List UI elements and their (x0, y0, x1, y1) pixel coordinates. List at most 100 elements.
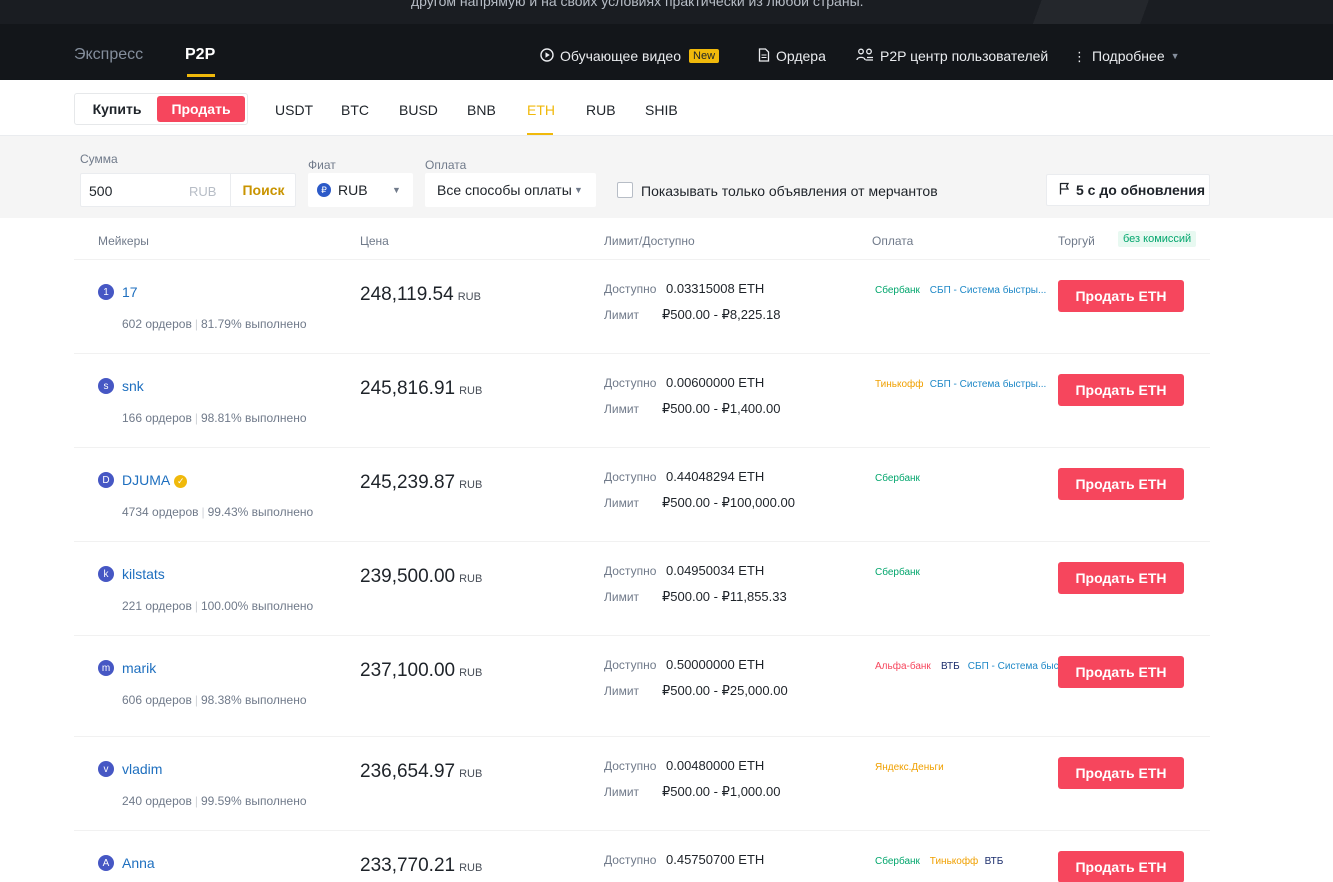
order-count: 4734 ордеров (122, 505, 199, 519)
maker-name-link[interactable]: marik (122, 660, 156, 676)
maker-name-link[interactable]: Anna (122, 855, 155, 871)
order-count: 221 ордеров (122, 599, 192, 613)
table-row: m marik 606 ордеров | 98.38% выполнено 237,10… (74, 636, 1210, 737)
avatar: 1 (98, 284, 114, 300)
ruble-icon: ₽ (317, 183, 331, 197)
price-currency: RUB (459, 667, 483, 679)
price-currency: RUB (459, 479, 483, 491)
amount-currency: RUB (189, 184, 217, 199)
avatar: D (98, 472, 114, 488)
asset-tab-rub[interactable]: RUB (586, 102, 616, 118)
tutorial-video-link[interactable]: Обучающее видео New (540, 48, 720, 64)
available-label: Доступно (604, 282, 657, 296)
sell-eth-button[interactable]: Продать ETH (1058, 562, 1184, 594)
stats-divider: | (194, 599, 198, 613)
promo-banner: другом напрямую и на своих условиях прак… (0, 0, 1333, 24)
amount-input[interactable]: 500 (89, 183, 112, 199)
price-value: 237,100.00 (360, 660, 456, 681)
offer-price: 239,500.00 RUB (360, 566, 482, 588)
available-amount: 0.04950034 ETH (666, 563, 765, 578)
amount-label: Сумма (80, 152, 118, 166)
header-makers: Мейкеры (98, 234, 149, 248)
payment-method-tag: ВТБ (938, 659, 963, 674)
payment-method-tag: Яндекс.Деньги (872, 760, 947, 775)
completion-rate: 100.00% выполнено (200, 599, 314, 613)
payment-select[interactable]: Все способы оплаты ▼ (425, 173, 596, 207)
completion-rate: 99.59% выполнено (200, 794, 307, 808)
fiat-value: RUB (338, 182, 368, 198)
offer-price: 233,770.21 RUB (360, 855, 482, 877)
user-center-link[interactable]: P2P центр пользователей (856, 48, 1048, 64)
tutorial-video-label: Обучающее видео (560, 48, 682, 64)
offer-price: 236,654.97 RUB (360, 761, 482, 783)
asset-tab-eth[interactable]: ETH (527, 102, 555, 118)
offer-price: 245,239.87 RUB (360, 472, 482, 494)
sell-eth-button[interactable]: Продать ETH (1058, 851, 1184, 882)
tab-express[interactable]: Экспресс (74, 46, 143, 64)
available-amount: 0.44048294 ETH (666, 469, 765, 484)
maker-stats: 4734 ордеров | 99.43% выполнено (122, 505, 313, 519)
maker-name-link[interactable]: 17 (122, 284, 138, 300)
sell-eth-button[interactable]: Продать ETH (1058, 757, 1184, 789)
completion-rate: 98.38% выполнено (200, 693, 307, 707)
amount-field[interactable]: 500 RUB Поиск (80, 173, 296, 207)
merchant-only-label[interactable]: Показывать только объявления от мерчанто… (641, 183, 938, 199)
asset-tab-shib[interactable]: SHIB (645, 102, 678, 118)
maker-name-link[interactable]: kilstats (122, 566, 165, 582)
fiat-select[interactable]: ₽ RUB ▼ (308, 173, 413, 207)
price-value: 236,654.97 (360, 761, 456, 782)
buy-toggle-button[interactable]: Купить (77, 96, 157, 122)
play-circle-icon (540, 48, 554, 64)
orders-label: Ордера (776, 48, 826, 64)
limit-label: Лимит (604, 590, 640, 604)
limit-label: Лимит (604, 308, 640, 322)
asset-tab-busd[interactable]: BUSD (399, 102, 438, 118)
limit-range: ₽500.00 - ₽11,855.33 (662, 589, 787, 604)
completion-rate: 99.43% выполнено (207, 505, 314, 519)
search-button[interactable]: Поиск (230, 174, 296, 206)
sell-eth-button[interactable]: Продать ETH (1058, 656, 1184, 688)
maker-name-link[interactable]: vladim (122, 761, 162, 777)
users-icon (856, 48, 874, 64)
active-tab-indicator (187, 74, 215, 77)
available-label: Доступно (604, 658, 657, 672)
asset-tab-btc[interactable]: BTC (341, 102, 369, 118)
asset-tab-bnb[interactable]: BNB (467, 102, 496, 118)
price-currency: RUB (457, 291, 481, 303)
available-amount: 0.45750700 ETH (666, 852, 765, 867)
available-label: Доступно (604, 564, 657, 578)
avatar: A (98, 855, 114, 871)
caret-down-icon: ▼ (392, 185, 401, 195)
table-row: A Anna 233,770.21 RUB Доступно 0.45750700 ETH… (74, 831, 1210, 882)
more-menu[interactable]: ⋮ Подробнее ▼ (1073, 48, 1180, 64)
header-trade: Торгуй (1058, 234, 1095, 248)
payment-method-tag: Тинькофф (926, 854, 982, 869)
completion-rate: 98.81% выполнено (200, 411, 307, 425)
banner-decoration (913, 0, 1333, 24)
refresh-button[interactable]: 5 с до обновления (1046, 174, 1210, 206)
sell-eth-button[interactable]: Продать ETH (1058, 468, 1184, 500)
avatar: v (98, 761, 114, 777)
available-label: Доступно (604, 759, 657, 773)
order-count: 166 ордеров (122, 411, 192, 425)
maker-name-link[interactable]: snk (122, 378, 144, 394)
maker-stats: 166 ордеров | 98.81% выполнено (122, 411, 307, 425)
merchant-only-checkbox[interactable] (617, 182, 633, 198)
stats-divider: | (194, 317, 198, 331)
maker-name-link[interactable]: DJUMA ✓ (122, 472, 188, 488)
sell-eth-button[interactable]: Продать ETH (1058, 280, 1184, 312)
price-currency: RUB (459, 385, 483, 397)
payment-method-tag: Сбербанк (872, 565, 923, 580)
orders-link[interactable]: Ордера (758, 48, 826, 64)
limit-range: ₽500.00 - ₽8,225.18 (662, 307, 781, 322)
sell-eth-button[interactable]: Продать ETH (1058, 374, 1184, 406)
price-value: 245,816.91 (360, 378, 456, 399)
tab-p2p[interactable]: P2P (185, 46, 215, 64)
limit-range: ₽500.00 - ₽25,000.00 (662, 683, 788, 698)
offer-price: 248,119.54 RUB (360, 284, 481, 306)
sell-toggle-button[interactable]: Продать (157, 96, 245, 122)
table-header: Мейкеры Цена Лимит/Доступно Оплата Торгу… (74, 218, 1210, 260)
asset-tab-usdt[interactable]: USDT (275, 102, 313, 118)
header-payment: Оплата (872, 234, 914, 248)
table-row: v vladim 240 ордеров | 99.59% выполнено 236,6… (74, 737, 1210, 831)
